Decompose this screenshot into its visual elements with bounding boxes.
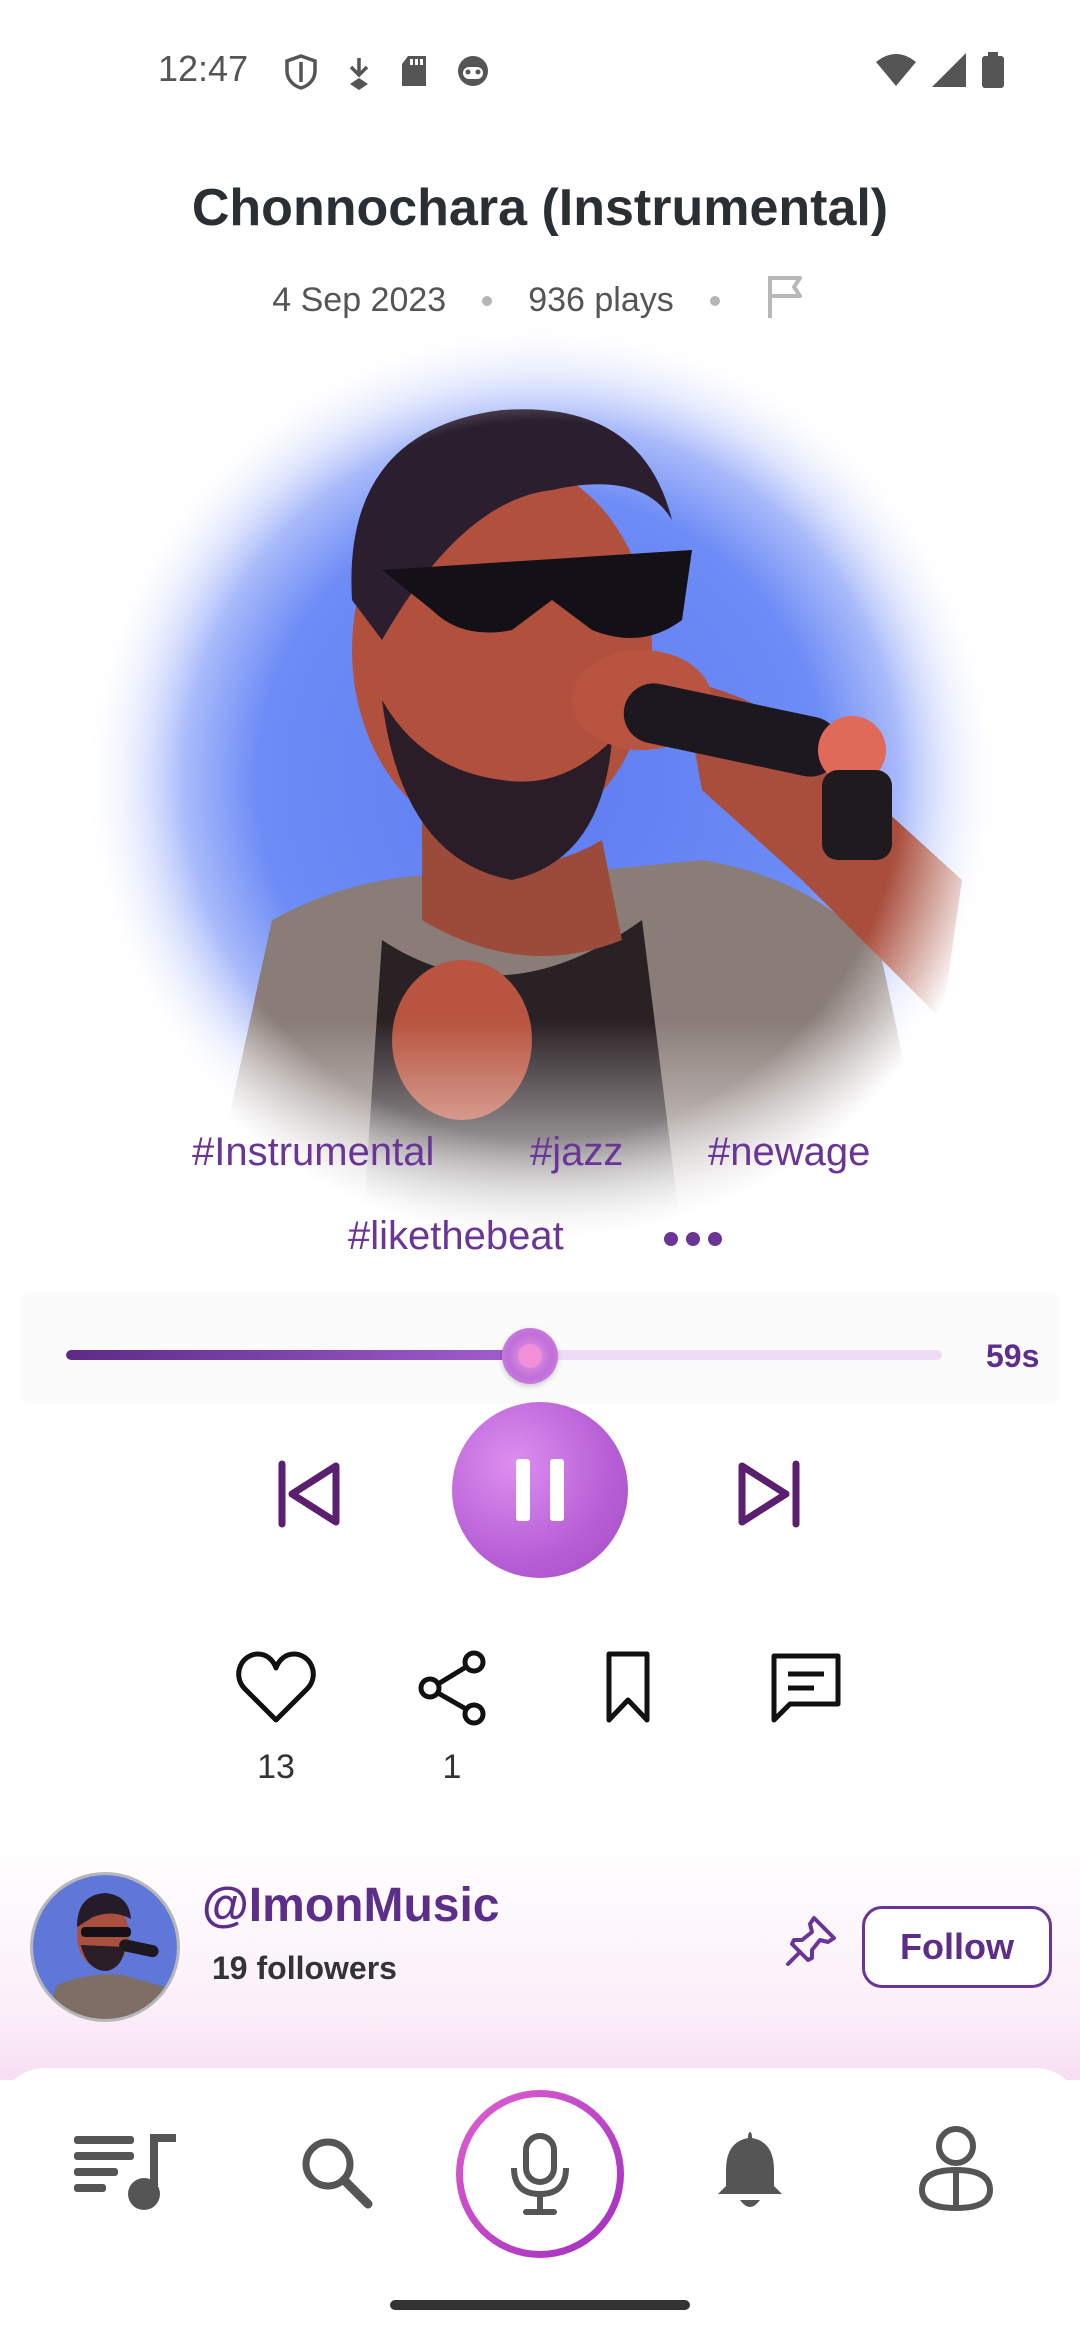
nav-profile[interactable] <box>916 2124 996 2214</box>
comment-icon <box>771 1653 841 1723</box>
heart-icon <box>236 1651 316 1723</box>
play-count: 936 plays <box>528 281 674 319</box>
bell-icon <box>718 2132 782 2207</box>
battery-icon <box>982 52 1004 88</box>
skip-previous-icon <box>278 1460 340 1528</box>
skip-next-icon <box>738 1460 800 1528</box>
release-date: 4 Sep 2023 <box>272 281 447 319</box>
status-bar: 12:47 <box>0 0 1080 140</box>
track-title: Chonnochara (Instrumental) <box>191 179 889 237</box>
separator-dot <box>709 295 720 306</box>
face-icon <box>458 56 488 86</box>
sd-card-icon <box>402 56 426 86</box>
home-indicator[interactable] <box>390 2300 690 2310</box>
comment-action[interactable] <box>746 1650 866 1726</box>
track-artwork <box>82 320 1002 1240</box>
share-action[interactable]: 1 <box>392 1650 512 1787</box>
follow-button[interactable]: Follow <box>862 1906 1052 1988</box>
dot <box>708 1232 722 1246</box>
wifi-icon <box>876 54 916 86</box>
status-icons-left <box>284 54 490 90</box>
dot <box>686 1232 700 1246</box>
time-remaining: 59s <box>986 1338 1040 1374</box>
pause-icon <box>516 1459 564 1521</box>
status-time: 12:47 <box>158 48 249 89</box>
share-count: 1 <box>442 1748 462 1786</box>
track-actions: 13 1 <box>0 1650 1080 1810</box>
more-tags-button[interactable] <box>664 1232 722 1246</box>
profile-icon <box>918 2126 994 2212</box>
playlist-icon <box>74 2134 176 2210</box>
follower-count: 19 followers <box>212 1950 397 1986</box>
playback-controls <box>0 1400 1080 1580</box>
pause-button[interactable] <box>452 1402 628 1578</box>
artist-handle[interactable]: @ImonMusic <box>202 1878 500 1933</box>
share-icon <box>418 1650 486 1726</box>
nav-record[interactable] <box>456 2090 624 2258</box>
signal-icon <box>932 53 966 87</box>
next-button[interactable] <box>730 1456 806 1532</box>
like-action[interactable]: 13 <box>216 1650 336 1787</box>
search-icon <box>302 2138 373 2209</box>
previous-button[interactable] <box>272 1456 348 1532</box>
progress-fill <box>66 1350 531 1360</box>
mic-icon <box>511 2133 569 2215</box>
nav-notifications[interactable] <box>712 2128 788 2212</box>
status-icons-right <box>876 52 1004 88</box>
separator-dot <box>482 295 493 306</box>
artist-profile: @ImonMusic 19 followers Follow <box>0 1840 1080 2080</box>
shield-icon <box>285 54 317 90</box>
bookmark-icon <box>606 1651 650 1723</box>
tag-link[interactable]: #likethebeat <box>348 1214 564 1259</box>
like-count: 13 <box>257 1748 295 1786</box>
pin-icon[interactable] <box>784 1912 840 1973</box>
download-icon <box>349 58 369 90</box>
nav-search[interactable] <box>296 2132 376 2212</box>
tag-link[interactable]: #newage <box>708 1130 870 1175</box>
bookmark-action[interactable] <box>568 1650 688 1726</box>
mic-button-inner <box>463 2097 617 2251</box>
artist-avatar[interactable] <box>30 1872 180 2022</box>
progress-thumb[interactable] <box>502 1328 559 1384</box>
tag-link[interactable]: #Instrumental <box>192 1130 434 1175</box>
tag-link[interactable]: #jazz <box>530 1130 623 1175</box>
dot <box>664 1232 678 1246</box>
nav-playlist[interactable] <box>70 2128 178 2212</box>
